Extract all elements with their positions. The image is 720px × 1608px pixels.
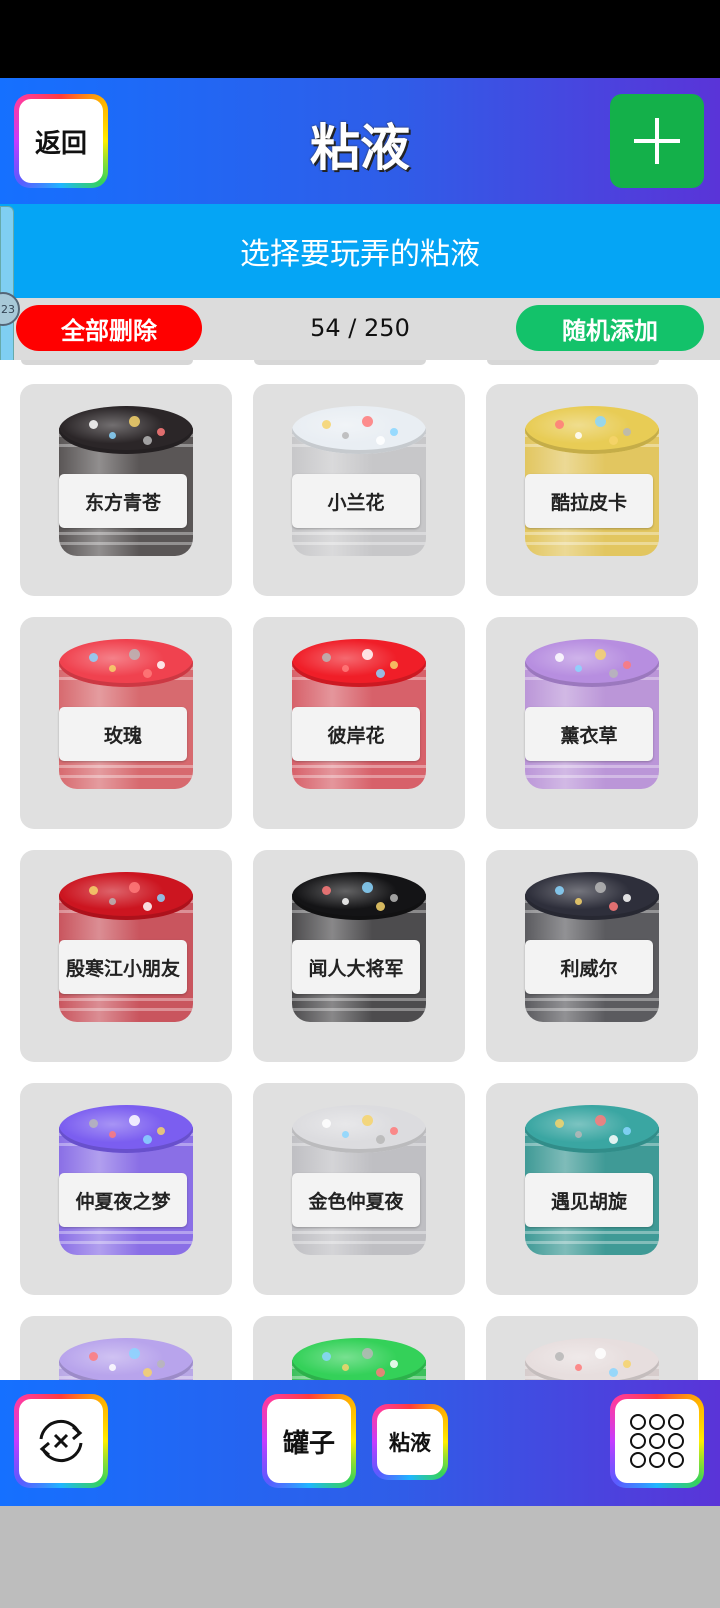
random-add-button[interactable]: 随机添加 [516,305,704,351]
slime-card[interactable]: 遇见胡旋 [486,1083,698,1295]
jar-tab-label: 罐子 [267,1399,351,1483]
jar-tab-button[interactable]: 罐子 [262,1394,356,1488]
slime-card[interactable]: 利威尔 [486,850,698,1062]
slime-jar: 金色仲夏夜 [289,1105,429,1275]
delete-all-label: 全部删除 [61,316,157,345]
slime-name: 遇见胡旋 [525,1173,653,1227]
slime-jar: 遇见胡旋 [522,1105,662,1275]
slime-jar: 玫瑰 [56,639,196,809]
slime-card[interactable]: 闻人大将军 [253,850,465,1062]
page-title: 粘液 [310,119,410,177]
bottom-area [0,1506,720,1608]
slime-grid-scroll[interactable]: 东方青苍 小兰花 酷拉皮卡玫瑰 彼岸花 薰衣草殷寒江小朋友 闻人大将军 利威尔仲夏夜之梦 金色… [0,360,720,1380]
slime-tab-button[interactable]: 粘液 [372,1404,448,1480]
slime-card[interactable]: 小兰花 [253,384,465,596]
slime-card[interactable]: 玫瑰 [20,617,232,829]
slime-jar [522,1338,662,1380]
add-button[interactable] [610,94,704,188]
slime-name: 闻人大将军 [292,940,420,994]
slime-name: 殷寒江小朋友 [59,940,187,994]
status-bar [0,0,720,78]
back-button[interactable]: 返回 [14,94,108,188]
slime-jar: 利威尔 [522,872,662,1042]
grid-dots-icon [630,1414,684,1468]
slime-jar: 仲夏夜之梦 [56,1105,196,1275]
slime-card[interactable]: 薰衣草 [486,617,698,829]
slime-jar: 殷寒江小朋友 [56,872,196,1042]
slime-name: 玫瑰 [59,707,187,761]
slime-card[interactable]: 酷拉皮卡 [486,384,698,596]
slime-name: 酷拉皮卡 [525,474,653,528]
slime-jar [289,1338,429,1380]
reset-button[interactable] [14,1394,108,1488]
slime-jar: 小兰花 [289,406,429,576]
slime-name: 彼岸花 [292,707,420,761]
shuffle-cross-icon [39,1419,83,1463]
slime-card[interactable]: 彼岸花 [253,617,465,829]
slime-name: 金色仲夏夜 [292,1173,420,1227]
slime-tab-label: 粘液 [377,1409,443,1475]
slime-name: 小兰花 [292,474,420,528]
slime-jar: 闻人大将军 [289,872,429,1042]
previous-row-edge [21,360,193,365]
subheader-banner: 选择要玩弄的粘液 [0,204,720,298]
slime-counter: 54 / 250 [310,314,410,342]
random-add-label: 随机添加 [562,316,658,345]
side-drawer-tab[interactable] [0,206,14,366]
slime-card[interactable] [486,1316,698,1380]
previous-row-edge [254,360,426,365]
slime-card[interactable]: 金色仲夏夜 [253,1083,465,1295]
back-button-label: 返回 [19,99,103,183]
slime-name: 薰衣草 [525,707,653,761]
slime-name: 仲夏夜之梦 [59,1173,187,1227]
slime-jar: 酷拉皮卡 [522,406,662,576]
subheader-text: 选择要玩弄的粘液 [240,237,480,272]
slime-card[interactable]: 东方青苍 [20,384,232,596]
slime-card[interactable] [20,1316,232,1380]
slime-card[interactable]: 仲夏夜之梦 [20,1083,232,1295]
menu-button[interactable] [610,1394,704,1488]
floating-bubble-text: 23 [1,302,15,316]
slime-name: 东方青苍 [59,474,187,528]
slime-jar [56,1338,196,1380]
slime-name: 利威尔 [525,940,653,994]
slime-card[interactable] [253,1316,465,1380]
previous-row-edge [487,360,659,365]
slime-jar: 薰衣草 [522,639,662,809]
slime-jar: 彼岸花 [289,639,429,809]
slime-card[interactable]: 殷寒江小朋友 [20,850,232,1062]
slime-jar: 东方青苍 [56,406,196,576]
delete-all-button[interactable]: 全部删除 [16,305,202,351]
